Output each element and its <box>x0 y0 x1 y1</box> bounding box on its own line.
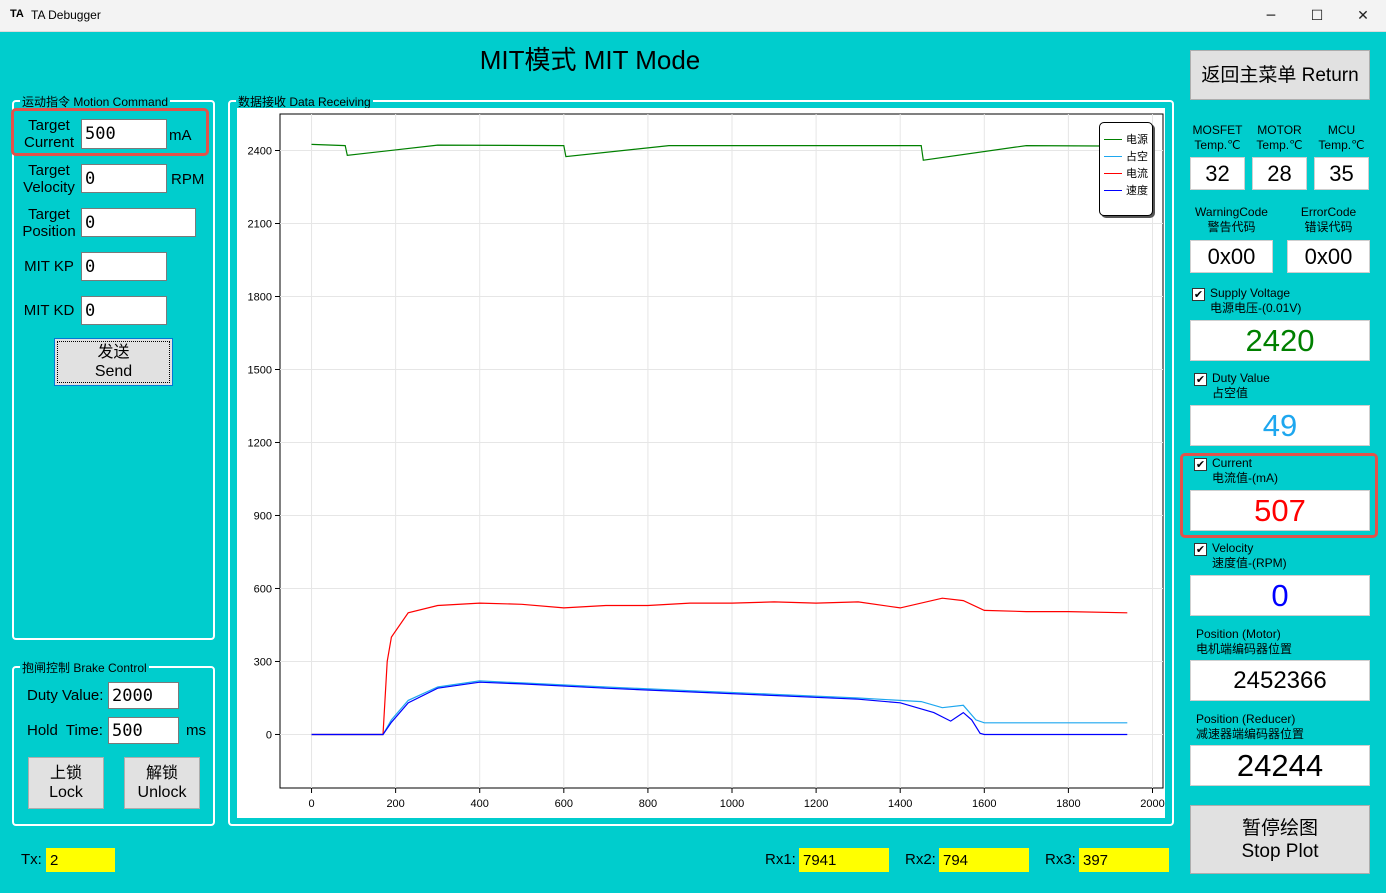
x-tick-label: 600 <box>555 798 573 810</box>
send-button[interactable]: 发送 Send <box>54 338 173 386</box>
x-tick-label: 800 <box>639 798 657 810</box>
warning-code-value: 0x00 <box>1190 240 1273 273</box>
target-velocity-label: Target Velocity <box>23 162 75 196</box>
duty-value-input[interactable]: 2000 <box>108 682 179 709</box>
target-current-highlight <box>11 108 209 156</box>
target-velocity-unit: RPM <box>171 171 205 188</box>
legend-swatch <box>1104 189 1122 191</box>
plot-frame <box>279 113 1164 789</box>
x-tick-label: 400 <box>471 798 489 810</box>
mit-kp-input[interactable]: 0 <box>81 252 167 281</box>
rx2-label: Rx2: <box>905 851 936 868</box>
brake-control-legend: 抱闸控制 Brake Control <box>20 659 149 676</box>
rx3-label: Rx3: <box>1045 851 1076 868</box>
chart-legend: 电源 占空 电流 速度 <box>1099 122 1153 216</box>
position-motor-label: Position (Motor) 电机端编码器位置 <box>1196 627 1293 656</box>
target-position-input[interactable]: 0 <box>81 208 196 237</box>
window-title: TA Debugger <box>31 8 101 22</box>
supply-voltage-checkbox[interactable]: ✔ <box>1192 288 1205 301</box>
lock-button[interactable]: 上锁 Lock <box>28 757 104 809</box>
supply-voltage-label: Supply Voltage 电源电压-(0.01V) <box>1210 286 1302 315</box>
velocity-value: 0 <box>1190 575 1370 616</box>
rx3-value: 397 <box>1079 848 1169 872</box>
position-motor-value: 2452366 <box>1190 660 1370 701</box>
y-tick-label: 900 <box>254 510 272 522</box>
minimize-icon[interactable]: ─ <box>1248 0 1294 32</box>
current-highlight <box>1180 453 1378 538</box>
page-title: MIT模式 MIT Mode <box>479 45 701 75</box>
hold-time-label: Hold Time: <box>27 722 103 739</box>
y-tick-label: 1500 <box>248 364 272 376</box>
y-tick-label: 1200 <box>248 437 272 449</box>
y-tick-label: 300 <box>254 656 272 668</box>
x-tick-label: 1600 <box>972 798 996 810</box>
y-tick-label: 600 <box>254 583 272 595</box>
x-tick-label: 1200 <box>804 798 828 810</box>
x-tick-label: 1800 <box>1056 798 1080 810</box>
y-tick-label: 2100 <box>248 218 272 230</box>
velocity-checkbox[interactable]: ✔ <box>1194 543 1207 556</box>
motor-temp-label: MOTOR Temp.℃ <box>1256 123 1303 152</box>
mcu-temp-value: 35 <box>1314 157 1369 190</box>
title-bar: TA TA Debugger ─ ☐ ✕ <box>0 0 1386 32</box>
close-icon[interactable]: ✕ <box>1340 0 1386 32</box>
rx1-label: Rx1: <box>765 851 796 868</box>
hold-time-unit: ms <box>186 722 206 739</box>
motor-temp-value: 28 <box>1252 157 1307 190</box>
position-reducer-value: 24244 <box>1190 745 1370 786</box>
x-tick-label: 0 <box>308 798 314 810</box>
app-logo-icon: TA <box>10 8 24 20</box>
target-velocity-input[interactable]: 0 <box>81 164 167 193</box>
target-position-label: Target Position <box>22 206 76 240</box>
velocity-label: Velocity 速度值-(RPM) <box>1212 541 1287 570</box>
unlock-button[interactable]: 解锁 Unlock <box>124 757 200 809</box>
duty-value-display: 49 <box>1190 405 1370 446</box>
mit-kd-input[interactable]: 0 <box>81 296 167 325</box>
legend-item-power: 电源 <box>1104 131 1148 147</box>
legend-item-current: 电流 <box>1104 165 1148 181</box>
legend-item-velocity: 速度 <box>1104 182 1148 198</box>
duty-value-display-label: Duty Value 占空值 <box>1212 371 1270 400</box>
duty-value-checkbox[interactable]: ✔ <box>1194 373 1207 386</box>
position-reducer-label: Position (Reducer) 减速器端编码器位置 <box>1196 712 1305 741</box>
mit-kd-label: MIT KD <box>23 302 75 319</box>
x-tick-label: 1000 <box>720 798 744 810</box>
mcu-temp-label: MCU Temp.℃ <box>1318 123 1365 152</box>
legend-swatch <box>1104 138 1122 140</box>
error-code-value: 0x00 <box>1287 240 1370 273</box>
supply-voltage-value: 2420 <box>1190 320 1370 361</box>
tx-value: 2 <box>46 848 115 872</box>
x-tick-label: 2000 <box>1140 798 1164 810</box>
x-tick-label: 200 <box>386 798 404 810</box>
error-code-label: ErrorCode 错误代码 <box>1300 205 1357 234</box>
legend-swatch <box>1104 172 1122 174</box>
hold-time-input[interactable]: 500 <box>108 717 179 744</box>
rx1-value: 7941 <box>799 848 889 872</box>
legend-swatch <box>1104 155 1122 157</box>
return-button[interactable]: 返回主菜单 Return <box>1190 50 1370 100</box>
y-tick-label: 0 <box>266 729 272 741</box>
stop-plot-button[interactable]: 暂停绘图 Stop Plot <box>1190 805 1370 874</box>
data-chart: 0 200 400 600 800 1000 1200 1400 1600 1800 2000 0 30… <box>248 113 1165 810</box>
y-tick-label: 1800 <box>248 291 272 303</box>
legend-item-duty: 占空 <box>1104 148 1148 164</box>
rx2-value: 794 <box>939 848 1029 872</box>
maximize-icon[interactable]: ☐ <box>1294 0 1340 32</box>
y-tick-label: 2400 <box>248 145 272 157</box>
warning-code-label: WarningCode 警告代码 <box>1195 205 1268 234</box>
mosfet-temp-value: 32 <box>1190 157 1245 190</box>
x-tick-label: 1400 <box>888 798 912 810</box>
mit-kp-label: MIT KP <box>24 258 74 275</box>
mosfet-temp-label: MOSFET Temp.℃ <box>1192 123 1243 152</box>
chart-area[interactable]: 0 200 400 600 800 1000 1200 1400 1600 1800 2000 0 30… <box>237 108 1165 818</box>
duty-value-label: Duty Value: <box>27 687 104 704</box>
tx-label: Tx: <box>21 851 42 868</box>
